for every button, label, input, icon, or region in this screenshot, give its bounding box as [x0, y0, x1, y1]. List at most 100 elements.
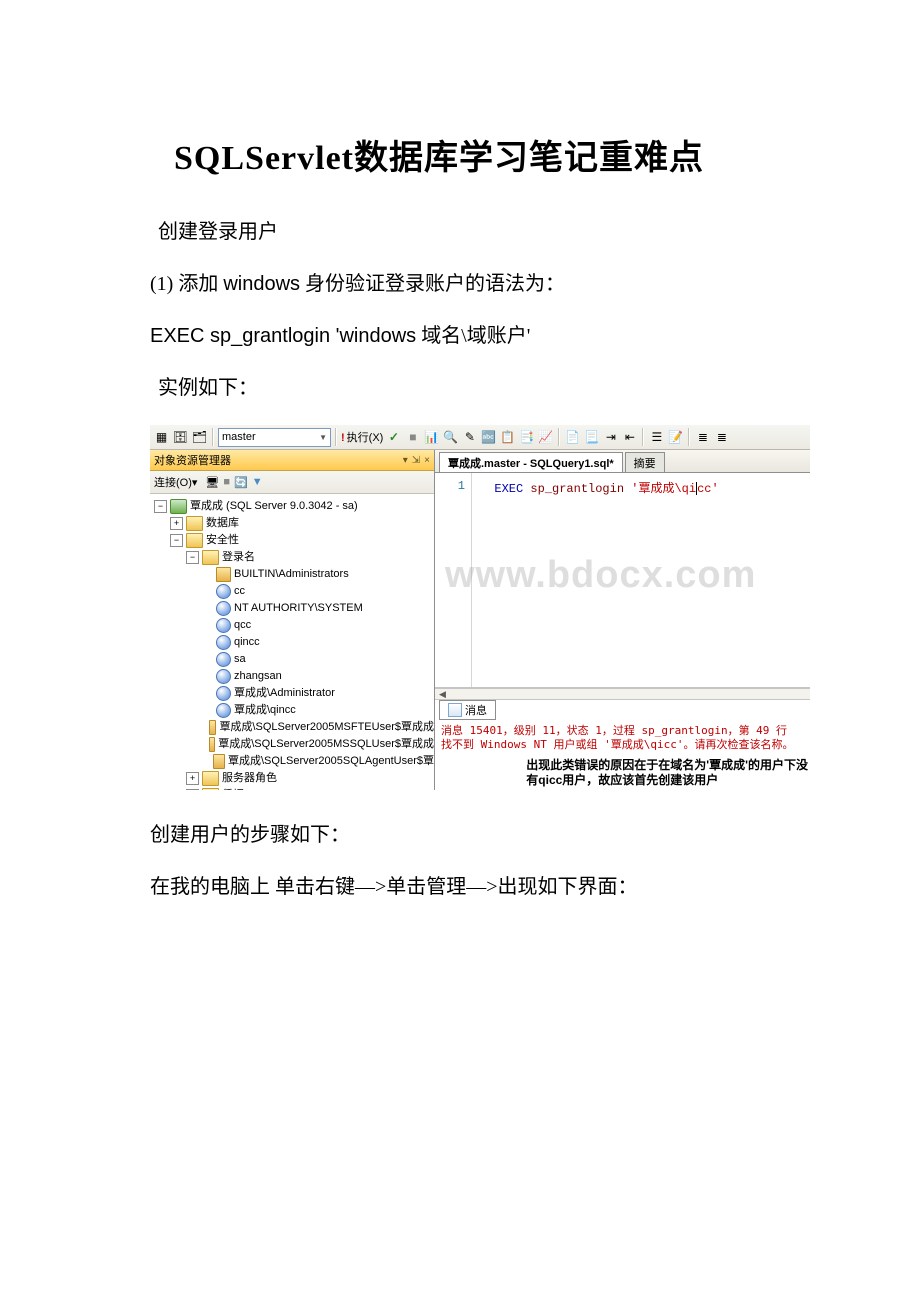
paragraph-create-user: 创建登录用户 [158, 217, 775, 247]
tree-server-roles[interactable]: 服务器角色 [222, 770, 277, 787]
filter-icon[interactable]: ▼ [252, 476, 263, 488]
tree-login-item[interactable]: 覃成成\SQLServer2005MSSQLUser$覃成成 [218, 736, 434, 753]
refresh-icon[interactable]: 🔄 [234, 476, 248, 489]
user-login-icon [216, 584, 231, 599]
panel-pin-icon[interactable]: ⇲ [412, 455, 420, 466]
tree-login-item[interactable]: sa [234, 651, 246, 668]
user-login-icon [216, 635, 231, 650]
tree-login-item[interactable]: 覃成成\qincc [234, 702, 296, 719]
messages-pane: 消息 消息 15401，级别 11，状态 1，过程 sp_grantlogin，… [435, 700, 810, 790]
tree-server-node[interactable]: 覃成成 (SQL Server 9.0.3042 - sa) [190, 498, 358, 515]
outdent-icon[interactable]: ⇤ [621, 429, 638, 446]
object-explorer-panel: 对象资源管理器 ▾ ⇲ × 连接(O)▾ 🖥 ■ 🔄 ▼ [150, 450, 435, 790]
estimated-plan-icon[interactable]: 📊 [423, 429, 440, 446]
ssms-screenshot: ▦ 🗄 🗂 master ▼ !执行(X) ✓ ■ 📊 🔍 ✎ 🔤 📋 📑 📈 … [150, 425, 810, 790]
splitter-arrow-icon: ◀ [439, 689, 446, 700]
group-login-icon [213, 754, 225, 769]
sql-editor[interactable]: 1 EXEC sp_grantlogin '覃成成\qicc' www.bdoc… [435, 473, 810, 688]
server-icon [170, 499, 187, 514]
messages-body[interactable]: 消息 15401，级别 11，状态 1，过程 sp_grantlogin，第 4… [435, 720, 810, 790]
decrease-indent-icon[interactable]: ≣ [694, 429, 711, 446]
registered-servers-icon[interactable]: 🗄 [172, 429, 189, 446]
folder-icon [186, 533, 203, 548]
folder-icon [202, 771, 219, 786]
tree-login-item[interactable]: 覃成成\SQLServer2005MSFTEUser$覃成成 [219, 719, 434, 736]
toolbar-separator [558, 428, 560, 446]
disconnect-icon[interactable]: ■ [223, 476, 230, 488]
user-login-icon [216, 703, 231, 718]
include-actual-plan-icon[interactable]: 📑 [518, 429, 535, 446]
results-to-text-icon[interactable]: 🔤 [480, 429, 497, 446]
user-login-icon [216, 669, 231, 684]
increase-indent-icon[interactable]: ≣ [713, 429, 730, 446]
tab-query[interactable]: 覃成成.master - SQLQuery1.sql* [439, 452, 623, 472]
tree-logins[interactable]: 登录名 [222, 549, 255, 566]
messages-icon [448, 703, 462, 717]
tree-security[interactable]: 安全性 [206, 532, 239, 549]
tree-login-item[interactable]: NT AUTHORITY\SYSTEM [234, 600, 363, 617]
tree-login-item[interactable]: 覃成成\SQLServer2005SQLAgentUser$覃 [228, 753, 434, 770]
tab-summary[interactable]: 摘要 [625, 452, 665, 472]
parse-check-icon[interactable]: ✓ [385, 429, 402, 446]
paragraph-steps: 创建用户的步骤如下： [150, 820, 775, 850]
editor-gutter: 1 [435, 473, 472, 687]
user-login-icon [216, 618, 231, 633]
user-login-icon [216, 601, 231, 616]
connect-server-icon[interactable]: 🖥 [205, 476, 219, 489]
execute-button[interactable]: !执行(X) [341, 429, 383, 445]
user-login-icon [216, 686, 231, 701]
paragraph-syntax-intro: (1) 添加 windows 身份验证登录账户的语法为： [150, 269, 775, 299]
tree-login-item[interactable]: BUILTIN\Administrators [234, 566, 349, 583]
include-stats-icon[interactable]: 📈 [537, 429, 554, 446]
folder-icon [186, 516, 203, 531]
paragraph-example-intro: 实例如下： [158, 373, 775, 403]
edit-icon[interactable]: ✎ [461, 429, 478, 446]
new-query-icon[interactable]: ▦ [153, 429, 170, 446]
specify-values-icon[interactable]: ☰ [648, 429, 665, 446]
pane-splitter[interactable]: ◀ [435, 688, 810, 700]
sqlcmd-mode-icon[interactable]: 📋 [499, 429, 516, 446]
folder-icon [202, 550, 219, 565]
ssms-toolbar: ▦ 🗄 🗂 master ▼ !执行(X) ✓ ■ 📊 🔍 ✎ 🔤 📋 📑 📈 … [150, 425, 810, 450]
tree-login-item[interactable]: qcc [234, 617, 251, 634]
analyze-plan-icon[interactable]: 🔍 [442, 429, 459, 446]
panel-close-icon[interactable]: × [424, 455, 430, 466]
template-icon[interactable]: 📝 [667, 429, 684, 446]
group-login-icon [209, 720, 216, 735]
toolbar-separator [212, 428, 214, 446]
group-login-icon [209, 737, 215, 752]
toolbar-separator [335, 428, 337, 446]
stop-icon[interactable]: ■ [404, 429, 421, 446]
editor-code[interactable]: EXEC sp_grantlogin '覃成成\qicc' [472, 473, 810, 687]
message-line: 消息 15401，级别 11，状态 1，过程 sp_grantlogin，第 4… [441, 724, 804, 738]
message-line: 找不到 Windows NT 用户或组 '覃成成\qicc'。请再次检查该名称。 [441, 738, 804, 752]
comment-icon[interactable]: 📄 [564, 429, 581, 446]
paragraph-nav: 在我的电脑上 单击右键—>单击管理—>出现如下界面： [150, 872, 775, 902]
dropdown-arrow-icon: ▼ [319, 433, 327, 442]
document-page: SQLServlet数据库学习笔记重难点 创建登录用户 (1) 添加 windo… [0, 0, 920, 984]
tree-login-item[interactable]: zhangsan [234, 668, 282, 685]
tree-credentials[interactable]: 凭据 [222, 787, 244, 790]
connect-button[interactable]: 连接(O)▾ [154, 474, 197, 490]
tree-login-item[interactable]: cc [234, 583, 245, 600]
object-explorer-icon[interactable]: 🗂 [191, 429, 208, 446]
panel-dropdown-icon[interactable]: ▾ [403, 455, 408, 466]
uncomment-icon[interactable]: 📃 [583, 429, 600, 446]
group-login-icon [216, 567, 231, 582]
tree-login-item[interactable]: qincc [234, 634, 260, 651]
database-selector[interactable]: master ▼ [218, 428, 331, 447]
toolbar-separator [688, 428, 690, 446]
annotation-callout: 出现此类错误的原因在于在域名为'覃成成'的用户下没 有qicc用户，故应该首先创… [526, 758, 808, 788]
tree-login-item[interactable]: 覃成成\Administrator [234, 685, 335, 702]
tree-databases[interactable]: 数据库 [206, 515, 239, 532]
query-panel: 覃成成.master - SQLQuery1.sql* 摘要 1 EXEC sp… [435, 450, 810, 790]
messages-tab[interactable]: 消息 [439, 700, 496, 720]
messages-tabbar: 消息 [435, 700, 810, 720]
document-tabs: 覃成成.master - SQLQuery1.sql* 摘要 [435, 450, 810, 473]
object-explorer-header: 对象资源管理器 ▾ ⇲ × [150, 450, 434, 471]
document-title: SQLServlet数据库学习笔记重难点 [174, 130, 775, 179]
connect-toolbar: 连接(O)▾ 🖥 ■ 🔄 ▼ [150, 471, 434, 494]
user-login-icon [216, 652, 231, 667]
indent-icon[interactable]: ⇥ [602, 429, 619, 446]
object-tree[interactable]: −覃成成 (SQL Server 9.0.3042 - sa) +数据库 −安全… [150, 494, 434, 790]
